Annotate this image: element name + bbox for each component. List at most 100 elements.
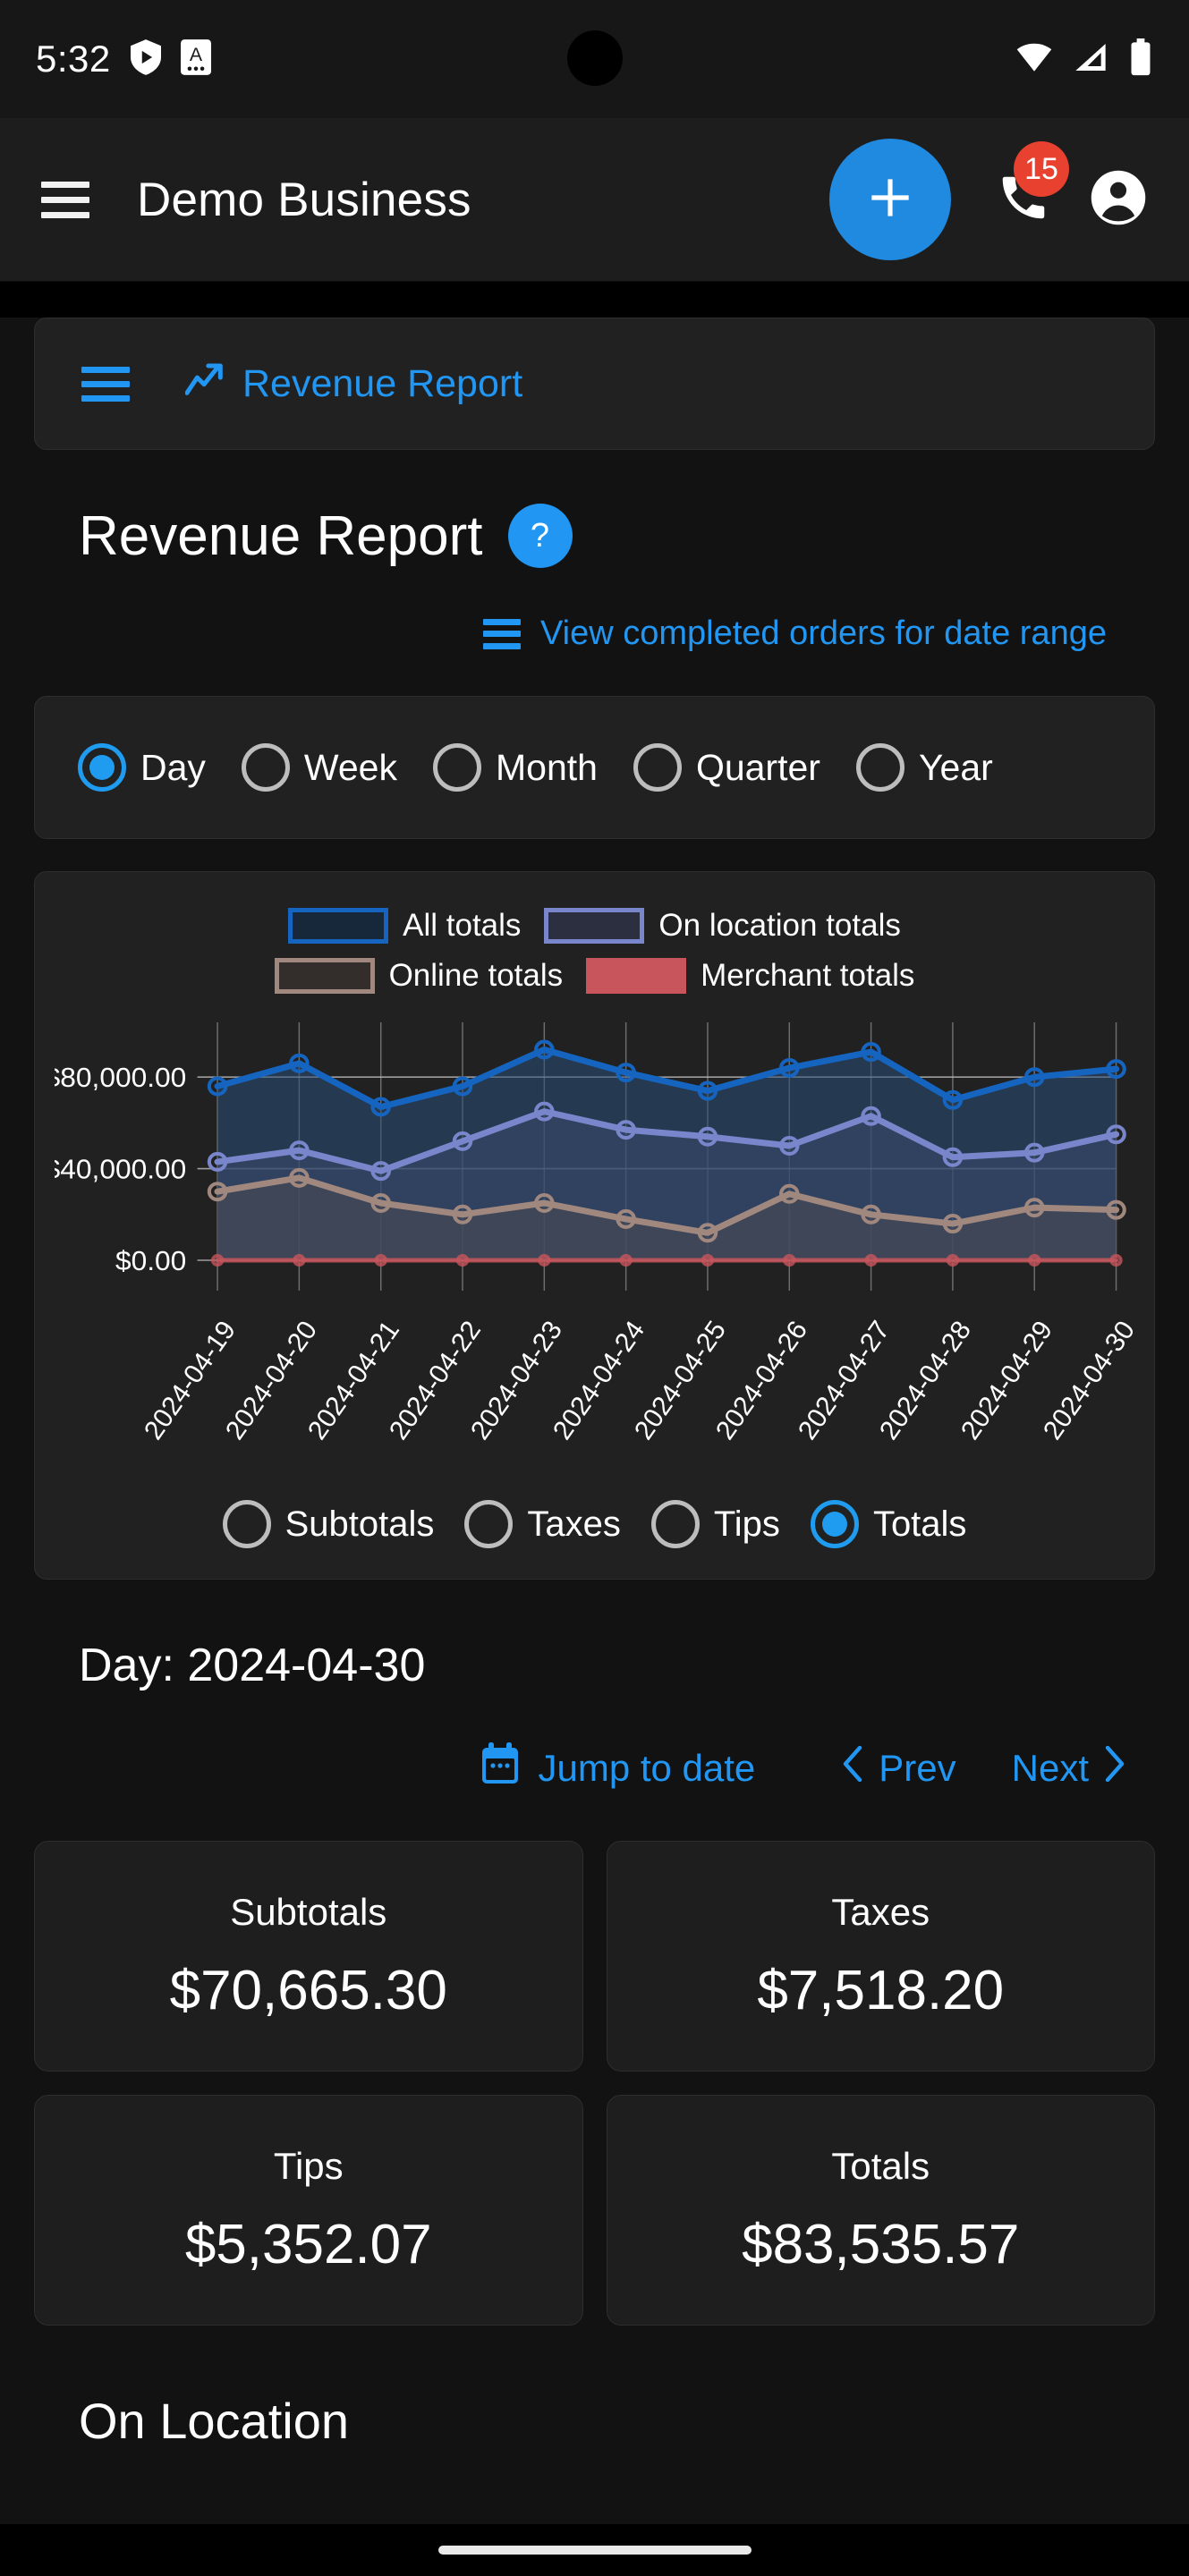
radio-taxes-control[interactable]	[464, 1500, 514, 1548]
page-content: Revenue Report Revenue Report ? View com…	[0, 318, 1189, 2576]
stat-label-taxes: Taxes	[831, 1890, 930, 1933]
page-title: Revenue Report	[79, 504, 483, 567]
stat-value-taxes: $7,518.20	[757, 1959, 1005, 2021]
legend-label-on-location-totals: On location totals	[658, 908, 901, 943]
legend-label-all-totals: All totals	[403, 908, 522, 943]
chevron-left-icon	[841, 1745, 864, 1791]
on-location-section-heading: On Location	[79, 2393, 349, 2449]
app-title: Demo Business	[137, 173, 471, 226]
radio-quarter-label: Quarter	[695, 746, 820, 788]
next-button[interactable]: Next	[1011, 1745, 1126, 1791]
stat-card-totals: Totals $83,535.57	[606, 2095, 1155, 2326]
radio-month-control[interactable]	[432, 743, 481, 792]
page-header: Revenue Report ?	[34, 504, 1155, 568]
stat-card-grid: Subtotals $70,665.30 Taxes $7,518.20 Tip…	[34, 1841, 1155, 2326]
list-icon	[483, 618, 521, 649]
orders-link-row: View completed orders for date range	[0, 614, 1189, 653]
cellular-icon	[1073, 41, 1108, 78]
status-bar-right	[1015, 38, 1153, 80]
day-heading: Day: 2024-04-30	[79, 1640, 426, 1691]
chart-x-axis-labels: 2024-04-19 2024-04-20 2024-04-21 2024-04-22…	[55, 1316, 1141, 1495]
stat-card-subtotals: Subtotals $70,665.30	[34, 1841, 583, 2072]
radio-tips-control[interactable]	[650, 1500, 700, 1548]
chart-legend: All totals On location totals Online tot…	[55, 908, 1134, 994]
legend-item-on-location-totals: On location totals	[544, 908, 901, 944]
system-navigation-bar	[0, 2524, 1189, 2576]
legend-label-merchant-totals: Merchant totals	[701, 958, 915, 993]
view-completed-orders-label: View completed orders for date range	[540, 614, 1107, 652]
radio-tips[interactable]: Tips	[650, 1500, 780, 1548]
radio-week-control[interactable]	[241, 743, 290, 792]
account-button[interactable]	[1089, 168, 1148, 232]
chart-legend-row-1: All totals On location totals	[288, 908, 901, 944]
legend-item-online-totals: Online totals	[274, 958, 564, 994]
svg-text:$0.00: $0.00	[115, 1245, 186, 1276]
app-bar: Demo Business 15	[0, 118, 1189, 282]
breadcrumb-item-revenue-report[interactable]: Revenue Report	[184, 361, 523, 407]
radio-totals-label: Totals	[872, 1504, 967, 1544]
radio-subtotals[interactable]: Subtotals	[222, 1500, 435, 1548]
home-gesture-pill[interactable]	[437, 2546, 752, 2555]
wifi-icon	[1015, 41, 1053, 78]
jump-to-date-button[interactable]: Jump to date	[480, 1742, 755, 1794]
stat-card-tips: Tips $5,352.07	[34, 2095, 583, 2326]
stat-value-subtotals: $70,665.30	[169, 1959, 447, 2021]
chart-legend-row-2: Online totals Merchant totals	[274, 958, 914, 994]
radio-week-label: Week	[303, 746, 397, 788]
stat-value-totals: $83,535.57	[742, 2213, 1020, 2275]
radio-quarter-control[interactable]	[633, 743, 682, 792]
svg-text:$80,000.00: $80,000.00	[55, 1063, 186, 1094]
stat-label-subtotals: Subtotals	[230, 1890, 387, 1933]
prev-label: Prev	[879, 1747, 956, 1789]
status-bar: 5:32 A	[0, 0, 1189, 118]
radio-subtotals-control[interactable]	[222, 1500, 271, 1548]
stat-value-tips: $5,352.07	[184, 2213, 432, 2275]
calls-button[interactable]: 15	[990, 141, 1069, 238]
radio-tips-label: Tips	[713, 1504, 780, 1544]
calls-badge: 15	[1014, 141, 1069, 197]
radio-taxes-label: Taxes	[527, 1504, 621, 1544]
radio-month[interactable]: Month	[432, 743, 598, 792]
add-button[interactable]	[829, 139, 951, 260]
legend-label-online-totals: Online totals	[388, 958, 564, 993]
svg-text:$40,000.00: $40,000.00	[55, 1154, 186, 1185]
legend-swatch-merchant-totals	[586, 958, 687, 994]
status-bar-clock: 5:32	[36, 38, 111, 80]
radio-taxes[interactable]: Taxes	[464, 1500, 621, 1548]
stat-card-taxes: Taxes $7,518.20	[606, 1841, 1155, 2072]
radio-year[interactable]: Year	[855, 743, 993, 792]
view-completed-orders-link[interactable]: View completed orders for date range	[483, 614, 1107, 653]
revenue-chart-card: All totals On location totals Online tot…	[34, 871, 1155, 1580]
chart-plot-area: $0.00 $40,000.00 $80,000.00	[55, 1017, 1134, 1312]
radio-day-label: Day	[140, 746, 206, 788]
prev-button[interactable]: Prev	[841, 1745, 956, 1791]
radio-day-control[interactable]	[78, 743, 126, 792]
breadcrumb-menu-icon[interactable]	[81, 366, 130, 402]
hamburger-menu-icon[interactable]	[41, 181, 89, 218]
radio-totals-control[interactable]	[810, 1500, 859, 1548]
radio-quarter[interactable]: Quarter	[633, 743, 820, 792]
radio-subtotals-label: Subtotals	[285, 1504, 435, 1544]
next-label: Next	[1011, 1747, 1089, 1789]
legend-swatch-all-totals	[288, 908, 389, 944]
radio-totals[interactable]: Totals	[810, 1500, 967, 1548]
radio-year-label: Year	[918, 746, 993, 788]
period-radio-group: Day Week Month Quarter Year	[34, 696, 1155, 839]
metric-radio-group: Subtotals Taxes Tips Totals	[55, 1500, 1134, 1548]
revenue-line-chart: $0.00 $40,000.00 $80,000.00	[55, 1022, 1126, 1291]
radio-week[interactable]: Week	[241, 743, 397, 792]
calendar-icon	[480, 1742, 520, 1794]
help-button[interactable]: ?	[507, 504, 573, 568]
legend-swatch-online-totals	[274, 958, 375, 994]
radio-year-control[interactable]	[855, 743, 904, 792]
legend-item-merchant-totals: Merchant totals	[586, 958, 914, 994]
radio-month-label: Month	[495, 746, 598, 788]
battery-icon	[1128, 38, 1153, 80]
radio-day[interactable]: Day	[78, 743, 206, 792]
chevron-right-icon	[1103, 1745, 1126, 1791]
a-card-icon: A	[180, 38, 211, 80]
breadcrumb-label: Revenue Report	[242, 361, 523, 405]
status-bar-left: 5:32 A	[36, 38, 211, 80]
jump-to-date-label: Jump to date	[538, 1747, 756, 1789]
legend-item-all-totals: All totals	[288, 908, 521, 944]
